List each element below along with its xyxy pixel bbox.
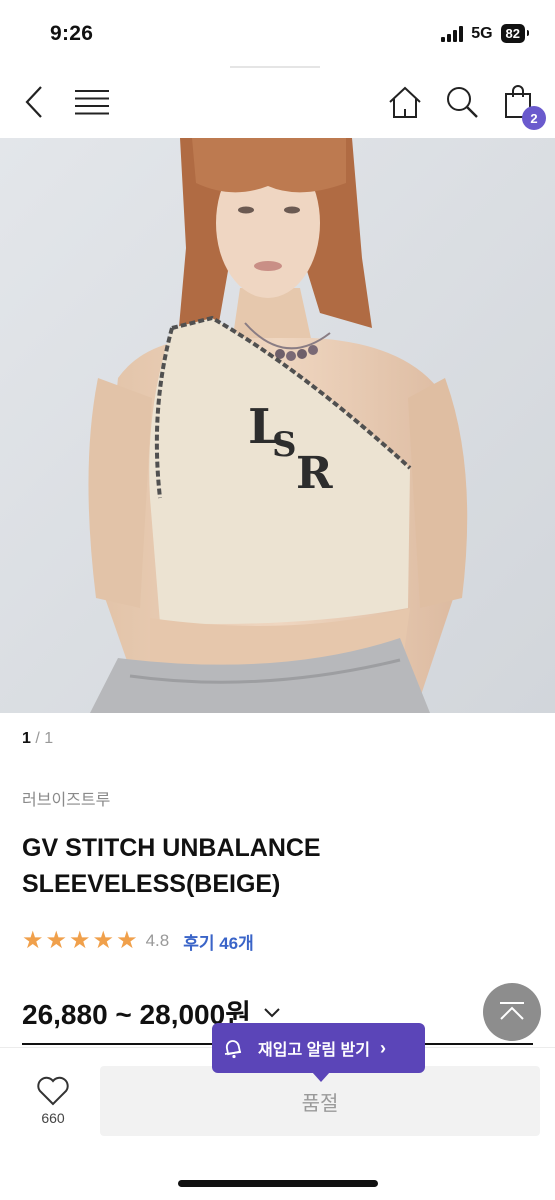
image-counter-current: 1 [22, 730, 31, 747]
back-icon [25, 86, 42, 118]
bell-icon [224, 1040, 242, 1059]
status-time: 9:26 [50, 22, 94, 45]
svg-text:R: R [296, 448, 333, 499]
search-icon [447, 87, 478, 118]
review-count-link[interactable]: 후기 46개 [183, 929, 254, 954]
home-indicator [178, 1180, 378, 1187]
rating-value: 4.8 [145, 931, 170, 950]
wishlist-button[interactable]: 660 [28, 1076, 78, 1126]
star-icon: ★ [116, 927, 138, 954]
back-button[interactable] [14, 82, 54, 122]
product-title: GV STITCH UNBALANCE SLEEVELESS(BEIGE) [22, 834, 321, 898]
image-counter-total: / 1 [35, 730, 54, 747]
image-counter: 1 / 1 [22, 730, 53, 748]
product-photo: L S R [0, 138, 555, 713]
battery-icon: 82 [500, 24, 530, 43]
home-icon [389, 86, 421, 118]
product-image[interactable]: L S R [0, 138, 555, 713]
menu-icon [75, 90, 109, 115]
network-type: 5G [471, 24, 493, 42]
heart-icon [37, 1076, 69, 1106]
status-indicators: 5G 82 [441, 24, 530, 43]
star-icon: ★ [22, 927, 44, 954]
restock-alert-button[interactable]: 재입고 알림 받기 › [212, 1023, 425, 1082]
cart-count-badge: 2 [522, 106, 546, 130]
home-button[interactable] [385, 82, 425, 122]
wishlist-count: 660 [41, 1110, 65, 1126]
star-icon: ★ [92, 927, 115, 954]
star-icon: ★ [69, 927, 91, 954]
rating-stars: ★ ★ ★ ★ ★ [22, 929, 138, 953]
chevron-right-icon: › [379, 1037, 386, 1058]
header: 2 [0, 68, 555, 138]
scroll-to-top-button[interactable] [483, 983, 541, 1041]
chevron-down-icon[interactable] [263, 1007, 281, 1019]
signal-icon [441, 25, 464, 42]
search-button[interactable] [442, 82, 482, 122]
brand-name[interactable]: 러브이즈트루 [22, 786, 110, 810]
restock-alert-label: 재입고 알림 받기 [258, 1042, 370, 1059]
status-bar: 9:26 5G 82 [0, 0, 555, 66]
menu-button[interactable] [72, 82, 112, 122]
rating-row: ★ ★ ★ ★ ★ 4.8 후기 46개 [22, 928, 254, 954]
star-icon: ★ [45, 927, 68, 954]
svg-text:S: S [272, 425, 297, 465]
scroll-top-icon [500, 1002, 524, 1020]
cart-button[interactable]: 2 [498, 82, 546, 130]
